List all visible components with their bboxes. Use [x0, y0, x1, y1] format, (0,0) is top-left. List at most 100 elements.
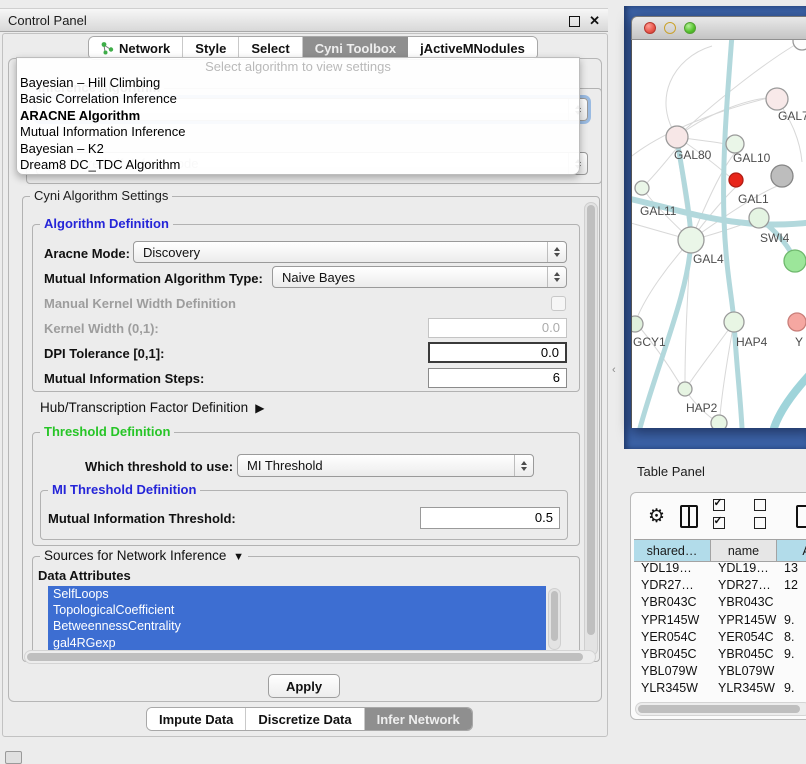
table-row[interactable]: YBR043CYBR043C: [634, 594, 806, 611]
data-attributes-label: Data Attributes: [38, 568, 131, 583]
kernel-width-label: Kernel Width (0,1):: [44, 321, 159, 336]
table-row[interactable]: YPR145WYPR145W9.: [634, 612, 806, 629]
chevron-right-icon: ▶: [252, 401, 265, 415]
kernel-width-field[interactable]: 0.0: [428, 318, 567, 338]
tab-cyni-toolbox[interactable]: Cyni Toolbox: [303, 37, 408, 59]
manual-kernel-checkbox[interactable]: [551, 296, 566, 311]
data-attribute-item[interactable]: TopologicalCoefficient: [48, 602, 546, 618]
deselect-all-icon[interactable]: [754, 498, 781, 534]
export-table-icon[interactable]: [796, 505, 806, 528]
dpi-tolerance-field[interactable]: 0.0: [428, 342, 567, 363]
dropdown-item[interactable]: Bayesian – Hill Climbing: [17, 75, 579, 91]
hub-definition-toggle[interactable]: Hub/Transcription Factor Definition ▶: [40, 400, 264, 415]
dropdown-item-list: Bayesian – Hill ClimbingBasic Correlatio…: [17, 75, 579, 173]
gear-icon[interactable]: ⚙: [648, 507, 665, 526]
dropdown-item[interactable]: Bayesian – K2: [17, 141, 579, 157]
table-row[interactable]: YDL19…YDL19…13: [634, 560, 806, 577]
bottom-tabs: Impute Data Discretize Data Infer Networ…: [146, 707, 473, 731]
data-attribute-item[interactable]: BetweennessCentrality: [48, 618, 546, 634]
attr-list-scrollbar[interactable]: [548, 588, 561, 650]
network-node[interactable]: [766, 88, 788, 110]
settings-scrollbar[interactable]: [584, 202, 598, 656]
table-cell: YBR045C: [711, 646, 777, 663]
table-panel-title: Table Panel: [637, 464, 705, 479]
table-row[interactable]: YLR345WYLR345W9.: [634, 680, 806, 697]
data-attribute-item[interactable]: gal4RGexp: [48, 635, 546, 650]
network-view[interactable]: GAL7GAL80GAL10GAL11GAL1SWI4GAL4GCY1HAP4Y…: [631, 40, 806, 428]
table-cell: 8.: [777, 629, 806, 646]
network-node[interactable]: [632, 316, 643, 332]
table-cell: YDL19…: [634, 560, 711, 577]
network-node[interactable]: [678, 382, 692, 396]
table-row[interactable]: YDR27…YDR27…12: [634, 577, 806, 594]
network-node[interactable]: [788, 313, 806, 331]
dropdown-item[interactable]: Basic Correlation Inference: [17, 91, 579, 107]
network-node[interactable]: [749, 208, 769, 228]
network-node[interactable]: [784, 250, 806, 272]
table-cell: YBL079W: [711, 663, 777, 680]
mi-threshold-field[interactable]: 0.5: [420, 507, 560, 529]
sources-group-title[interactable]: Sources for Network Inference ▼: [40, 548, 248, 563]
network-node-label: SWI4: [760, 231, 790, 245]
which-threshold-combo[interactable]: MI Threshold: [237, 454, 534, 477]
tab-infer-network[interactable]: Infer Network: [365, 708, 472, 730]
mi-steps-field[interactable]: 6: [428, 368, 567, 388]
table-row[interactable]: YBL079WYBL079W: [634, 663, 806, 680]
network-icon: [101, 41, 114, 55]
tab-style[interactable]: Style: [183, 37, 239, 59]
table-row[interactable]: YER054CYER054C8.: [634, 629, 806, 646]
close-traffic-icon[interactable]: [644, 22, 656, 34]
mi-type-combo[interactable]: Naive Bayes: [272, 266, 567, 288]
columns-icon[interactable]: [680, 505, 697, 528]
table-row[interactable]: YBR045CYBR045C9.: [634, 646, 806, 663]
table-cell: [777, 594, 806, 611]
select-all-icon[interactable]: [713, 498, 740, 534]
table-cell: YPR145W: [634, 612, 711, 629]
settings-hscrollbar[interactable]: [24, 650, 596, 664]
threshold-definition-title: Threshold Definition: [40, 424, 174, 439]
tab-impute-data[interactable]: Impute Data: [147, 708, 246, 730]
table-cell: YIL052C: [711, 698, 777, 702]
network-node[interactable]: [729, 173, 743, 187]
combo-arrows-icon: [514, 455, 533, 476]
data-attribute-item[interactable]: SelfLoops: [48, 586, 546, 602]
network-node[interactable]: [635, 181, 649, 195]
table-cell: YER054C: [711, 629, 777, 646]
table-cell: YBR043C: [634, 594, 711, 611]
dropdown-item[interactable]: Dream8 DC_TDC Algorithm: [17, 157, 579, 173]
mini-window-icon[interactable]: [5, 751, 22, 764]
table-column-header[interactable]: A: [777, 540, 806, 561]
control-panel-titlebar: Control Panel ✕: [0, 8, 608, 32]
aracne-mode-combo[interactable]: Discovery: [133, 241, 567, 263]
tab-network[interactable]: Network: [89, 37, 183, 59]
table-column-header[interactable]: name: [711, 540, 777, 561]
mi-type-label: Mutual Information Algorithm Type:: [44, 271, 263, 286]
dropdown-item[interactable]: Mutual Information Inference: [17, 124, 579, 140]
network-graph: GAL7GAL80GAL10GAL11GAL1SWI4GAL4GCY1HAP4Y…: [632, 40, 806, 428]
network-node[interactable]: [771, 165, 793, 187]
dropdown-item[interactable]: ARACNE Algorithm: [17, 108, 579, 124]
tab-jactivemnodules[interactable]: jActiveMNodules: [408, 37, 537, 59]
panel-divider-handle[interactable]: ‹: [612, 364, 622, 378]
network-node[interactable]: [666, 126, 688, 148]
network-node[interactable]: [711, 415, 727, 428]
network-node-label: GAL80: [674, 148, 712, 162]
apply-button[interactable]: Apply: [268, 674, 340, 698]
settings-group-title: Cyni Algorithm Settings: [30, 188, 172, 203]
minimize-traffic-icon[interactable]: [664, 22, 676, 34]
table-hscrollbar[interactable]: [635, 702, 806, 716]
table-row[interactable]: YIL052CYIL052C9: [634, 698, 806, 702]
combo-arrows-icon: [547, 242, 566, 262]
close-icon[interactable]: ✕: [589, 13, 600, 29]
chevron-down-icon: ▼: [230, 551, 244, 563]
tab-discretize-data[interactable]: Discretize Data: [246, 708, 364, 730]
table-column-header[interactable]: shared…: [634, 540, 711, 561]
network-node[interactable]: [793, 40, 806, 50]
float-window-icon[interactable]: [569, 16, 580, 27]
network-node[interactable]: [678, 227, 704, 253]
data-attributes-list[interactable]: SelfLoopsTopologicalCoefficientBetweenne…: [48, 586, 546, 650]
zoom-traffic-icon[interactable]: [684, 22, 696, 34]
table-cell: 9.: [777, 612, 806, 629]
network-node[interactable]: [724, 312, 744, 332]
tab-select[interactable]: Select: [239, 37, 302, 59]
